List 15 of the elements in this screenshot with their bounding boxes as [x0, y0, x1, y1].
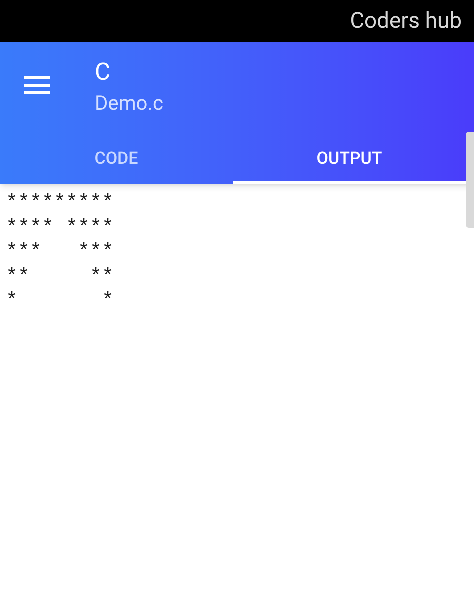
menu-icon[interactable] — [24, 76, 50, 94]
output-text: * — [6, 290, 18, 314]
file-name: Demo.c — [95, 90, 164, 117]
output-text: *** — [6, 241, 42, 266]
app-title: C — [95, 57, 112, 88]
tab[interactable]: CODE — [0, 138, 233, 184]
output-text: *** — [78, 241, 114, 266]
output-text: **** — [6, 216, 54, 241]
output-text: ********* — [6, 192, 114, 216]
status-bar-title: Coders hub — [350, 8, 462, 36]
output-text: **** — [66, 216, 114, 241]
scrollbar[interactable] — [466, 132, 474, 228]
output-text: * — [102, 290, 114, 314]
output-text: ** — [6, 266, 30, 290]
output-text: ** — [90, 266, 114, 290]
